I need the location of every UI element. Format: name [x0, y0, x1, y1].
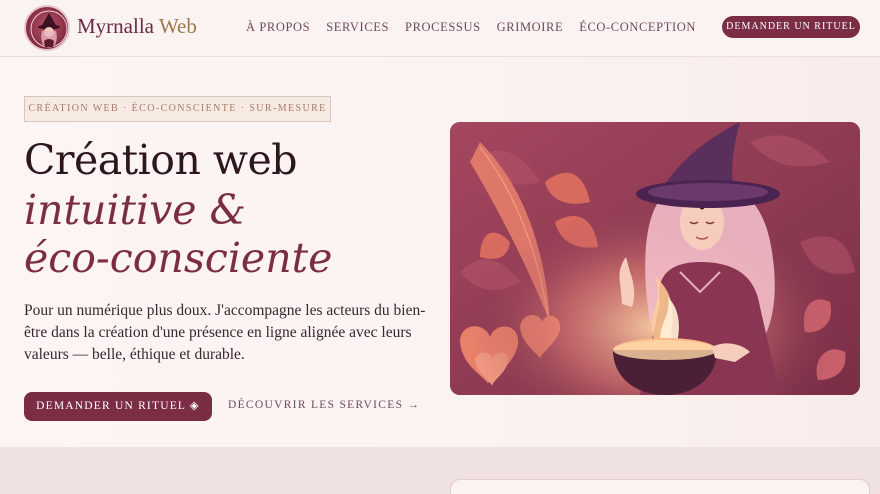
brand-title: Myrnalla [77, 14, 154, 38]
hero-title-line-2: intuitive & [24, 186, 247, 234]
menu-item-grimoire[interactable]: GRIMOIRE [497, 20, 564, 35]
hero-title-line-1: Création web [24, 136, 298, 184]
hero-tagline: CRÉATION WEB · ÉCO-CONSCIENTE · SUR-MESU… [24, 96, 331, 122]
witch-logo-icon[interactable] [24, 5, 70, 51]
menu-item-services[interactable]: SERVICES [326, 20, 389, 35]
main-menu: À PROPOS SERVICES PROCESSUS GRIMOIRE ÉCO… [246, 20, 696, 35]
menu-item-a-propos[interactable]: À PROPOS [246, 20, 310, 35]
brand-name[interactable]: Myrnalla Web [77, 14, 197, 39]
brand-suffix: Web [158, 14, 197, 38]
menu-item-eco-conception[interactable]: ÉCO-CONCEPTION [579, 20, 696, 35]
request-ritual-button[interactable]: DEMANDER UN RITUEL ◈ [24, 392, 212, 421]
hero-lead-text: Pour un numérique plus doux. J'accompagn… [24, 302, 426, 363]
nav-cta-button[interactable]: DEMANDER UN RITUEL [722, 16, 860, 38]
witch-illustration [450, 122, 860, 395]
discover-services-link[interactable]: DÉCOUVRIR LES SERVICES → [228, 399, 420, 411]
hero-title-line-3: éco-consciente [24, 234, 333, 282]
top-navigation: Myrnalla Web À PROPOS SERVICES PROCESSUS… [0, 0, 880, 57]
next-section-card [450, 479, 870, 494]
menu-item-processus[interactable]: PROCESSUS [405, 20, 481, 35]
